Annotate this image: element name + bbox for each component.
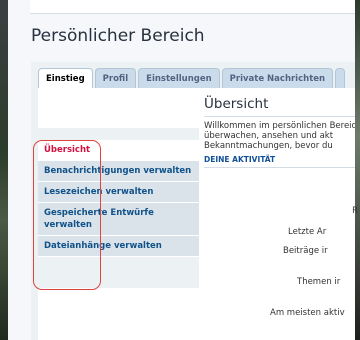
intro-line: überwachen, ansehen und akt bbox=[204, 131, 334, 141]
tab-more[interactable] bbox=[335, 68, 346, 88]
background-image-left bbox=[0, 0, 8, 340]
tab-private-nachrichten[interactable]: Private Nachrichten bbox=[221, 68, 334, 88]
intro-line: Bekanntmachungen, bevor du bbox=[204, 141, 333, 151]
stat-label: Beiträge ir bbox=[283, 246, 328, 256]
stat-label: Letzte Ar bbox=[288, 227, 327, 237]
tab-einstieg[interactable]: Einstieg bbox=[38, 68, 93, 88]
intro-text: Willkommen im persönlichen Bereich überw… bbox=[204, 121, 355, 151]
main-heading: Übersicht bbox=[204, 96, 355, 117]
top-header-bar bbox=[30, 0, 355, 14]
tab-bar: Einstieg Profil Einstellungen Private Na… bbox=[38, 68, 346, 88]
stat-label: Am meisten aktiv bbox=[270, 308, 345, 318]
page-title: Persönlicher Bereich bbox=[31, 26, 205, 46]
activity-heading: DEINE AKTIVITÄT bbox=[204, 155, 355, 168]
stat-label: Themen ir bbox=[297, 277, 341, 287]
main-content: Übersicht Willkommen im persönlichen Ber… bbox=[204, 96, 355, 168]
intro-line: Willkommen im persönlichen Bereich bbox=[204, 121, 355, 131]
tab-einstellungen[interactable]: Einstellungen bbox=[138, 68, 220, 88]
tab-profil[interactable]: Profil bbox=[94, 68, 137, 88]
background-image-right bbox=[355, 0, 360, 340]
stat-label: R bbox=[352, 206, 358, 216]
